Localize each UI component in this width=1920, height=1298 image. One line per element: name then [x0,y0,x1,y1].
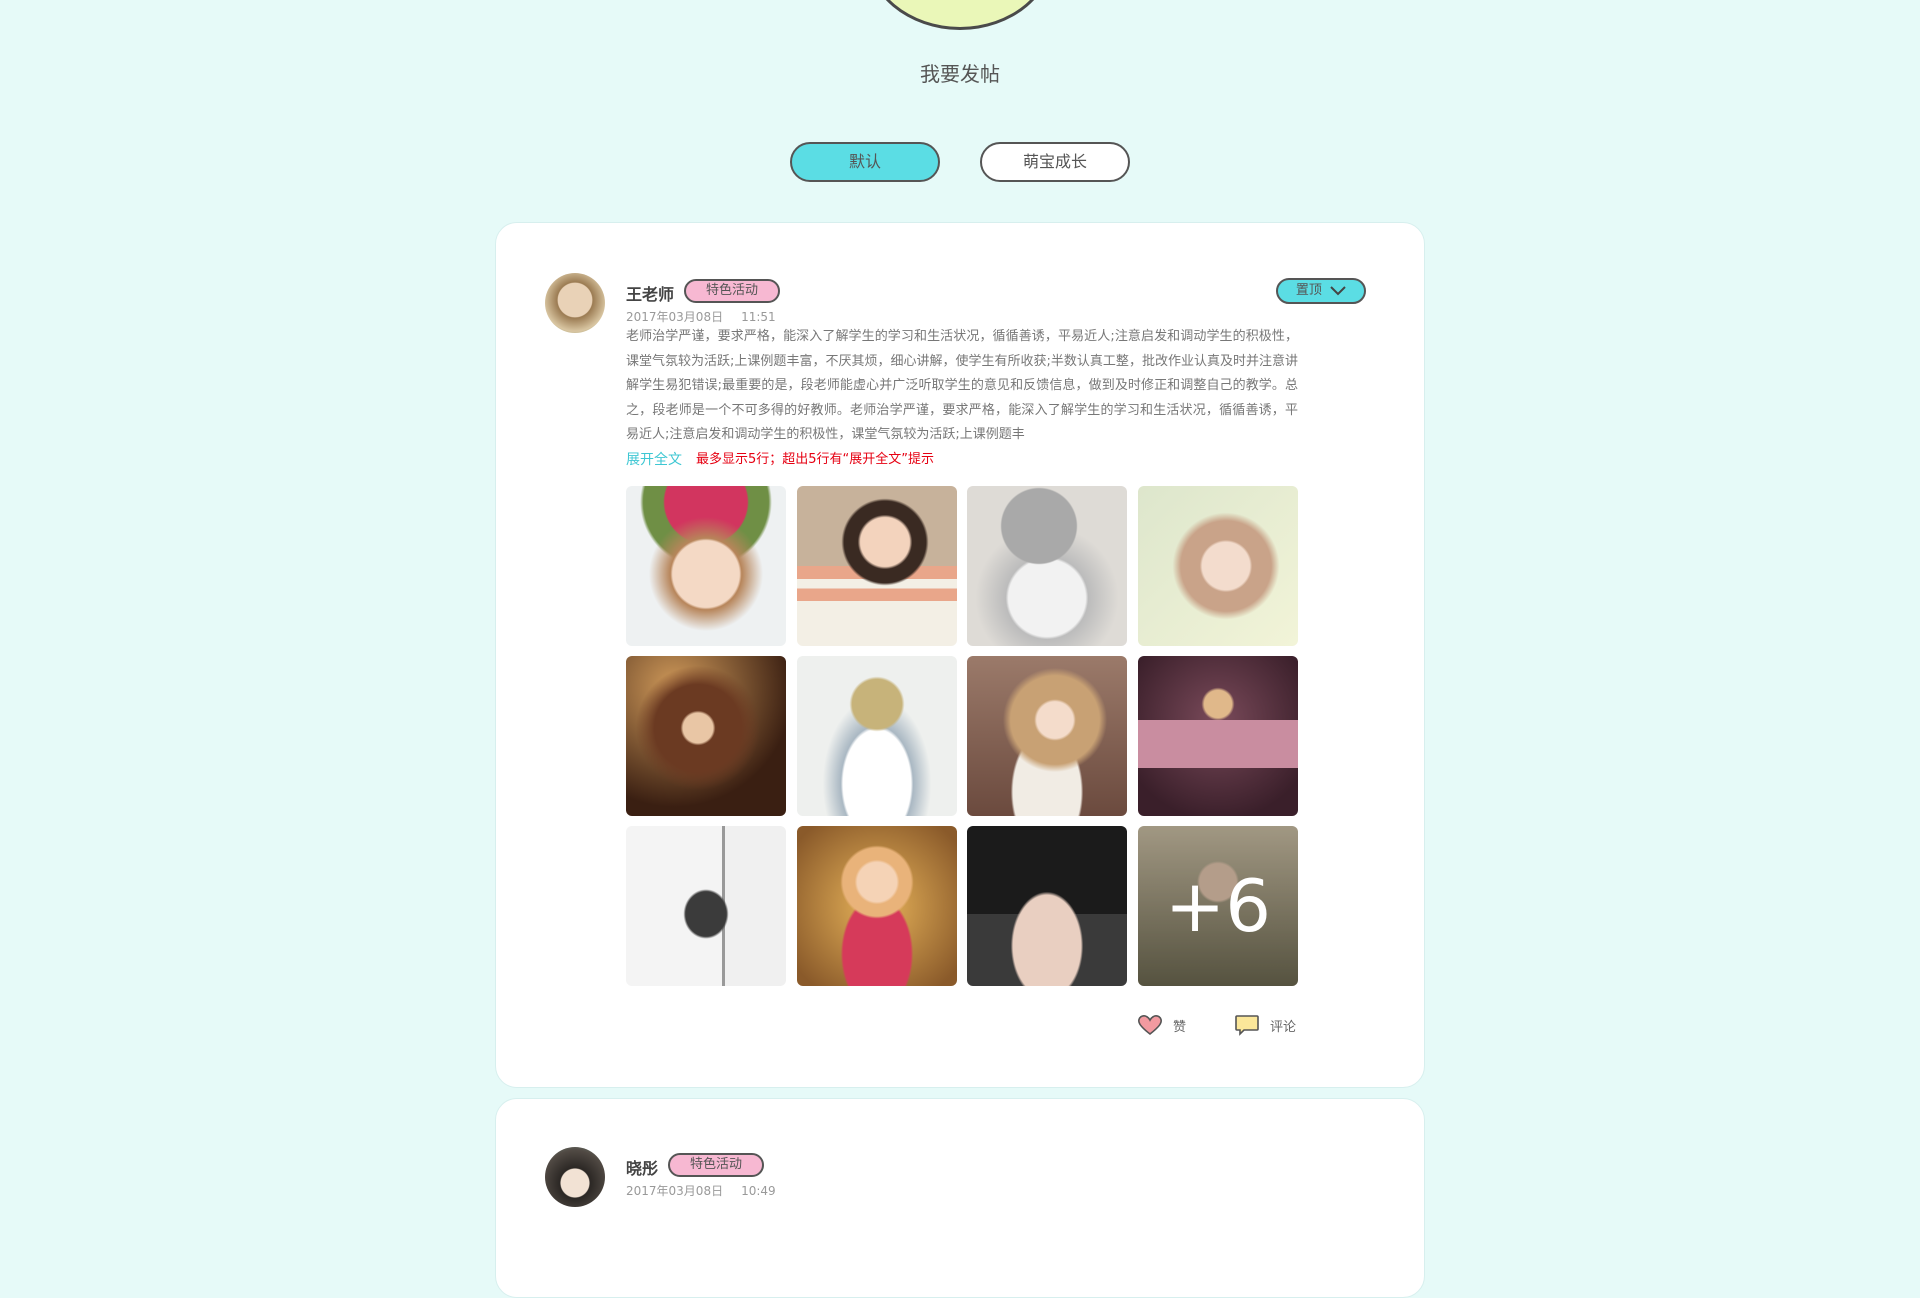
like-label: 赞 [1172,1019,1186,1035]
chevron-down-icon [1330,285,1346,295]
post-actions: 赞 评论 [1137,1013,1296,1037]
photo-thumbnail-more[interactable]: +6 [1137,826,1298,986]
post-button-label[interactable]: 我要发帖 [0,58,1920,87]
author-name[interactable]: 晓彤 [626,1155,658,1179]
heart-icon [1137,1015,1162,1036]
comment-label: 评论 [1269,1019,1296,1035]
tab-baby-growth[interactable]: 萌宝成长 [980,142,1130,182]
comment-bubble-icon [1235,1015,1259,1036]
more-photos-count: +6 [1137,826,1298,986]
post-content: 老师治学严谨，要求严格，能深入了解学生的学习和生活状况，循循善诱，平易近人;注意… [626,329,1298,442]
post-time: 10:49 [741,1184,776,1198]
photo-thumbnail[interactable] [967,486,1128,646]
avatar[interactable] [545,1147,605,1207]
category-tabs: 默认 萌宝成长 [0,142,1920,182]
tag-badge[interactable]: 特色活动 [668,1153,765,1177]
photo-thumbnail[interactable] [626,656,786,816]
tab-default[interactable]: 默认 [790,142,940,182]
avatar[interactable] [545,273,605,333]
post-date: 2017年03月08日 [626,310,724,324]
photo-thumbnail[interactable] [967,826,1128,986]
photo-thumbnail[interactable] [1137,486,1298,646]
post-card: 晓彤 特色活动 2017年03月08日 10:49 [495,1098,1425,1298]
photo-thumbnail[interactable] [626,826,786,986]
comment-button[interactable]: 评论 [1234,1013,1296,1037]
post-datetime: 2017年03月08日 10:49 [626,1182,776,1199]
post-datetime: 2017年03月08日 11:51 [626,308,776,325]
photo-thumbnail[interactable] [796,486,957,646]
annotation-hint: 最多显示5行；超出5行有“展开全文”提示 [696,452,935,467]
author-name[interactable]: 王老师 [626,281,674,305]
photo-thumbnail[interactable] [796,826,957,986]
photo-thumbnail[interactable] [1137,656,1298,816]
photo-thumbnail[interactable] [967,656,1128,816]
post-time: 11:51 [741,310,776,324]
photo-thumbnail[interactable] [796,656,957,816]
photo-gallery: +6 [626,486,1298,986]
pin-button[interactable]: 置顶 [1276,278,1366,304]
post-circle-button[interactable] [865,0,1055,30]
photo-thumbnail[interactable] [626,486,786,646]
expand-full-text-link[interactable]: 展开全文 [626,449,682,469]
tag-badge[interactable]: 特色活动 [684,279,781,303]
post-card: 王老师 特色活动 2017年03月08日 11:51 置顶 老师治学严谨，要求严格… [495,222,1425,1088]
pin-label: 置顶 [1295,283,1322,298]
post-date: 2017年03月08日 [626,1184,724,1198]
like-button[interactable]: 赞 [1137,1014,1186,1036]
